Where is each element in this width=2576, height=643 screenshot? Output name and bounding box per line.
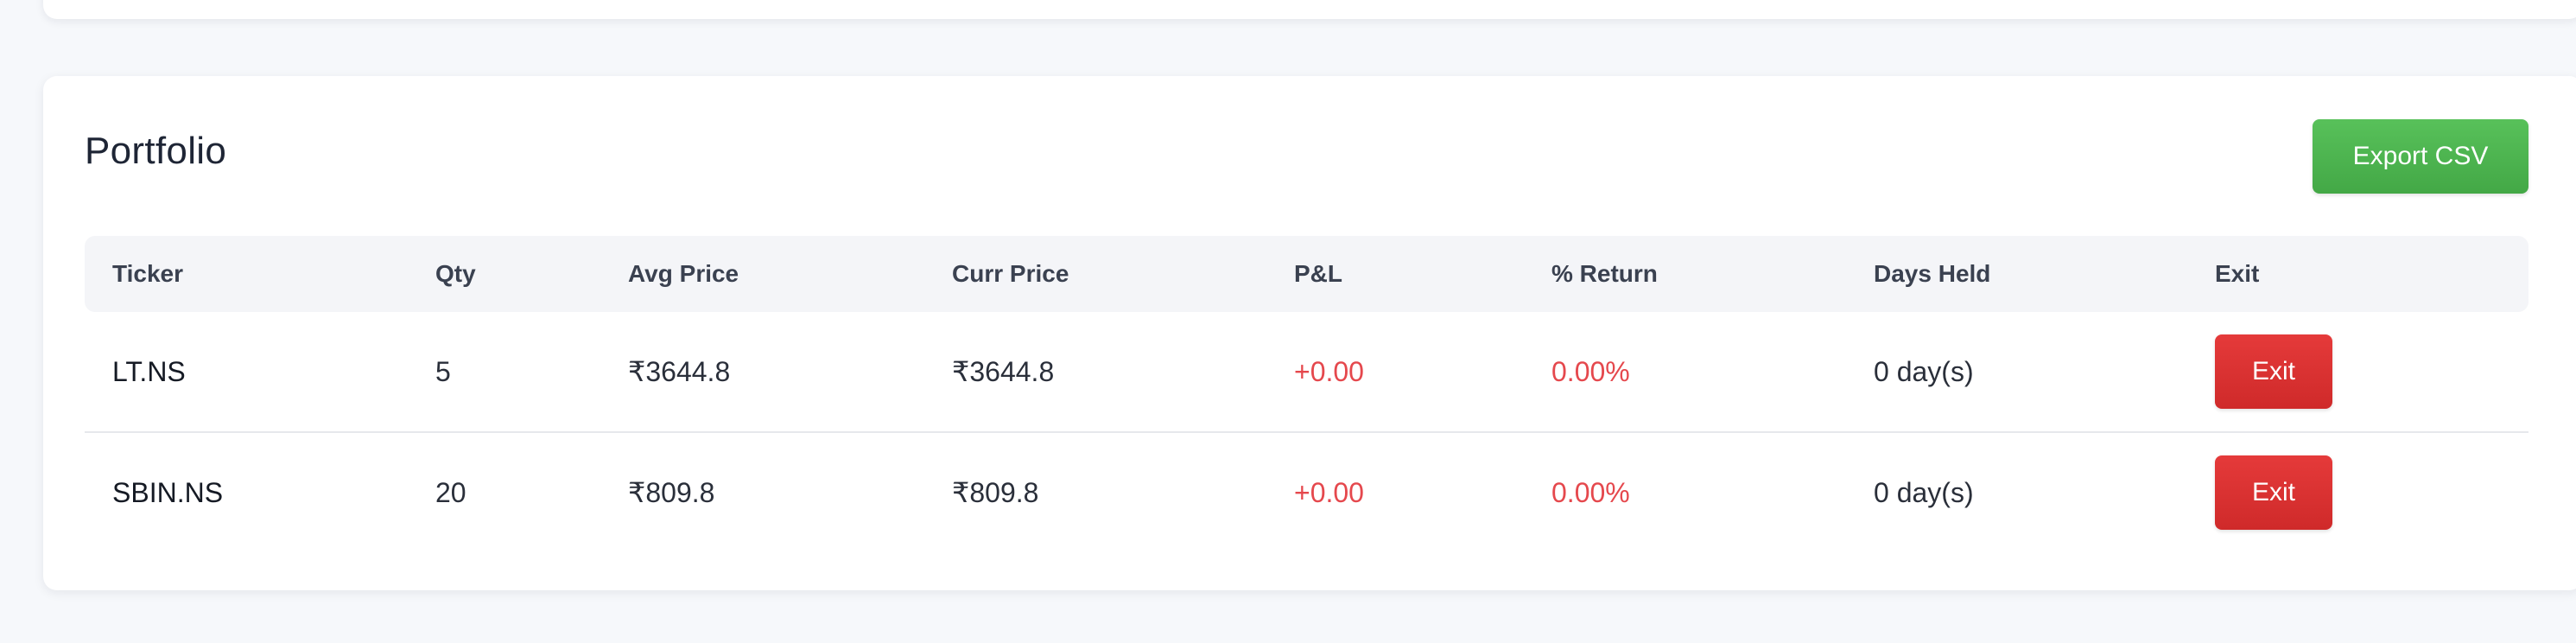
curr-price-cell: ₹809.8 bbox=[952, 477, 1039, 508]
header-ticker: Ticker bbox=[112, 260, 183, 287]
exit-cell: Exit bbox=[2215, 433, 2332, 552]
ticker-cell: LT.NS bbox=[112, 355, 186, 387]
days-held-cell: 0 day(s) bbox=[1874, 476, 1974, 508]
avg-price-cell: ₹3644.8 bbox=[628, 356, 731, 387]
table-row: SBIN.NS 20 ₹809.8 ₹809.8 +0.00 0.00% 0 d… bbox=[85, 433, 2528, 552]
header-curr-price: Curr Price bbox=[952, 260, 1069, 287]
header-exit: Exit bbox=[2215, 260, 2260, 287]
header-qty: Qty bbox=[435, 260, 476, 287]
days-held-cell: 0 day(s) bbox=[1874, 355, 1974, 387]
qty-cell: 20 bbox=[435, 476, 466, 508]
return-cell: 0.00% bbox=[1551, 355, 1630, 387]
header-pnl: P&L bbox=[1294, 260, 1342, 287]
portfolio-title: Portfolio bbox=[85, 130, 227, 172]
header-return: % Return bbox=[1551, 260, 1658, 287]
header-days-held: Days Held bbox=[1874, 260, 1991, 287]
avg-price-cell: ₹809.8 bbox=[628, 477, 715, 508]
qty-cell: 5 bbox=[435, 355, 451, 387]
exit-cell: Exit bbox=[2215, 312, 2332, 431]
ticker-cell: SBIN.NS bbox=[112, 476, 224, 508]
table-header: Ticker Qty Avg Price Curr Price P&L % Re… bbox=[85, 236, 2528, 312]
return-cell: 0.00% bbox=[1551, 476, 1630, 508]
export-csv-button[interactable]: Export CSV bbox=[2313, 119, 2528, 194]
portfolio-card: Portfolio Export CSV Ticker Qty Avg Pric… bbox=[43, 76, 2576, 590]
exit-button[interactable]: Exit bbox=[2215, 455, 2332, 530]
exit-button[interactable]: Exit bbox=[2215, 334, 2332, 409]
curr-price-cell: ₹3644.8 bbox=[952, 356, 1055, 387]
previous-panel bbox=[43, 0, 2576, 19]
table-row: LT.NS 5 ₹3644.8 ₹3644.8 +0.00 0.00% 0 da… bbox=[85, 312, 2528, 433]
portfolio-table: Ticker Qty Avg Price Curr Price P&L % Re… bbox=[85, 236, 2528, 552]
header-avg-price: Avg Price bbox=[628, 260, 739, 287]
pnl-cell: +0.00 bbox=[1294, 355, 1364, 387]
pnl-cell: +0.00 bbox=[1294, 476, 1364, 508]
